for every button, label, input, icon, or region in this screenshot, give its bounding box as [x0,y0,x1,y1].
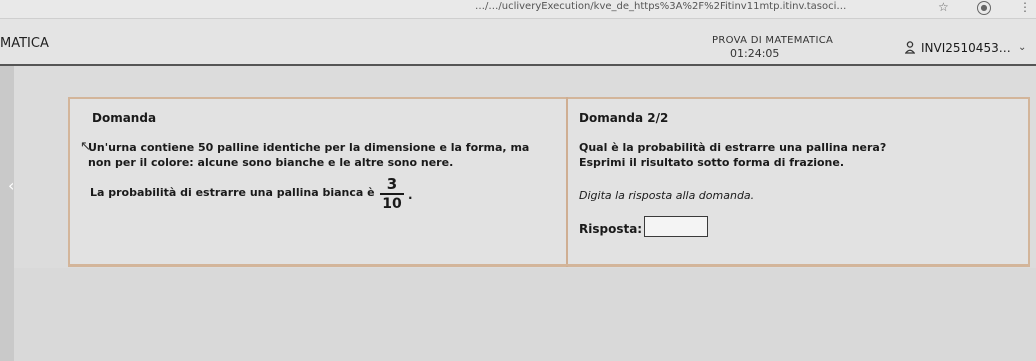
url-text[interactable]: …/…/ucliveryExecution/kve_de_https%3A%2F… [475,1,905,12]
question-text-line-2: Esprimi il risultato sotto forma di fraz… [579,156,845,169]
fraction-numerator: 3 [386,175,398,193]
chevron-down-icon[interactable]: ⌄ [1018,42,1026,53]
user-icon[interactable] [905,41,915,54]
probability-fraction: 3 10 [380,176,404,212]
previous-question-arrow-icon[interactable]: ‹ [8,176,14,195]
context-text-line-1: Un'urna contiene 50 palline identiche pe… [88,141,530,154]
trailing-period: . [408,188,413,202]
context-text-line-3: La probabilità di estrarre una pallina b… [90,186,375,199]
answer-instruction: Digita la risposta alla domanda. [579,189,755,202]
fraction-denominator: 10 [382,196,402,212]
fraction-bar [380,193,404,195]
user-id[interactable]: INVI2510453… [921,41,1013,55]
card-divider [566,97,568,267]
brand-title: MATICA [0,36,49,51]
question-card [68,97,1030,267]
timer: 01:24:05 [730,47,780,60]
context-text-line-2: non per il colore: alcune sono bianche e… [88,156,454,169]
answer-input[interactable] [644,216,708,237]
browser-url-bar[interactable]: …/…/ucliveryExecution/kve_de_https%3A%2F… [0,0,1036,19]
question-text-line-1: Qual è la probabilità di estrarre una pa… [579,141,887,154]
app-header: MATICA PROVA DI MATEMATICA 01:24:05 INVI… [0,19,1036,66]
context-heading: Domanda [92,111,157,125]
card-bottom-rule [68,264,1028,266]
question-counter: Domanda 2/2 [579,111,669,125]
lower-area [14,268,1036,361]
browser-menu-icon[interactable]: ⋮ [1019,0,1031,14]
answer-label: Risposta: [579,222,643,236]
left-rail [0,66,14,361]
bookmark-star-icon[interactable]: ☆ [938,0,949,14]
exam-title: PROVA DI MATEMATICA [712,35,834,46]
profile-icon[interactable]: ● [977,1,991,15]
